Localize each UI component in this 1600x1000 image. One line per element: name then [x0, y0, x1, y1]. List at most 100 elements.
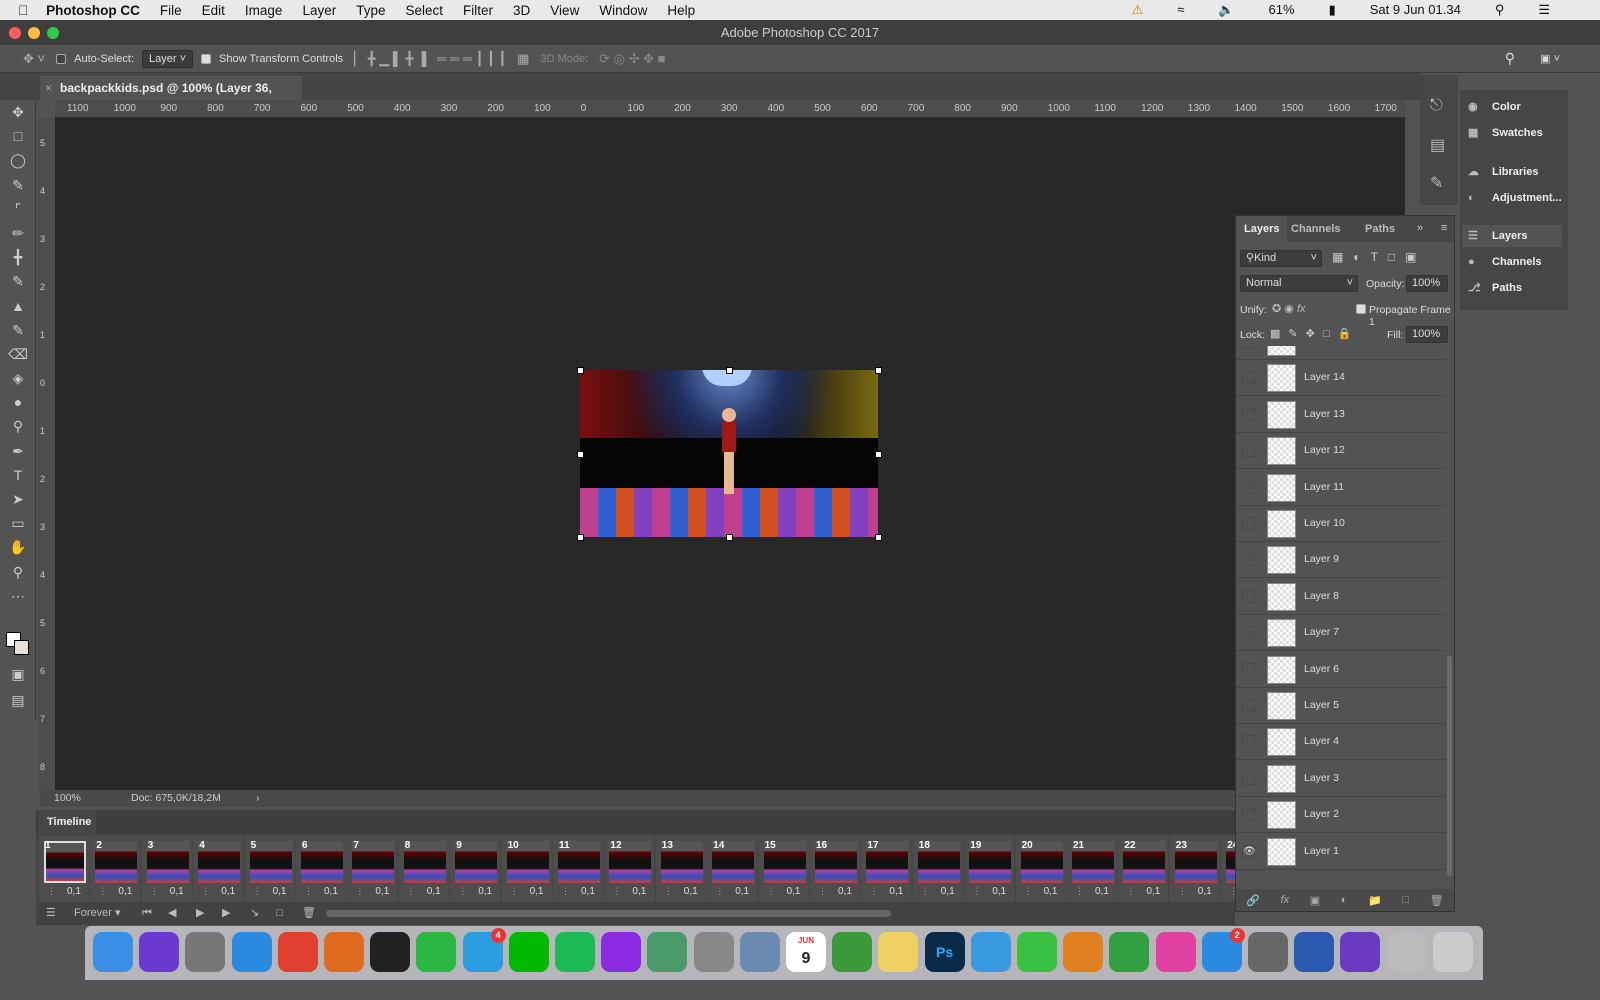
visibility-toggle[interactable]	[1242, 517, 1255, 530]
unify-icons[interactable]: ✪ ◉ fx	[1272, 302, 1306, 315]
frame-delay[interactable]: 0,1	[684, 886, 698, 897]
layer-row[interactable]: Layer 4	[1236, 724, 1446, 761]
frame-delay[interactable]: 0,1	[735, 886, 749, 897]
dock-safari-icon[interactable]	[231, 932, 272, 972]
timeline-frame[interactable]: 9 ⋮ 0,1	[450, 836, 501, 902]
transform-handle[interactable]	[726, 367, 733, 374]
right-panel-channels[interactable]: ● Channels	[1468, 251, 1542, 273]
layer-row[interactable]: Layer 8	[1236, 578, 1446, 615]
frame-disposal-icon[interactable]: ⋮	[612, 886, 621, 897]
frame-disposal-icon[interactable]: ⋮	[869, 886, 878, 897]
menu-app[interactable]: Photoshop CC	[46, 3, 140, 18]
opacity-field[interactable]: 100%	[1406, 275, 1448, 292]
layer-row[interactable]: 👁 Layer 1	[1236, 833, 1446, 870]
layer-row[interactable]: Layer 3	[1236, 760, 1446, 797]
move-tool-icon[interactable]: ✥ ˅	[23, 51, 45, 67]
dock-notes-icon[interactable]	[878, 932, 919, 972]
frame-delay[interactable]: 0,1	[427, 886, 441, 897]
warning-icon[interactable]: ⚠	[1132, 2, 1144, 18]
auto-select-checkbox[interactable]	[56, 53, 67, 64]
visibility-toggle[interactable]	[1242, 444, 1255, 458]
frame-delay[interactable]: 0,1	[581, 886, 595, 897]
timeline-frame[interactable]: 15 ⋮ 0,1	[758, 836, 809, 902]
frame-delay[interactable]: 0,1	[1044, 886, 1058, 897]
timeline-frame[interactable]: 6 ⋮ 0,1	[296, 836, 346, 902]
history-brush-tool-icon[interactable]: ✎	[0, 318, 36, 342]
visibility-toggle[interactable]	[1242, 662, 1255, 676]
frame-disposal-icon[interactable]: ⋮	[921, 886, 930, 897]
horizontal-ruler[interactable]: 1100 1000 900 800 700 600 500 400 300 200 100 0 100 2…	[55, 100, 1405, 118]
dock-evernote-icon[interactable]	[832, 932, 873, 972]
frame-disposal-icon[interactable]: ⋮	[972, 886, 981, 897]
right-panel-adjustment[interactable]: ◐ Adjustment...	[1468, 187, 1562, 209]
right-panel-libraries[interactable]: ☁ Libraries	[1468, 161, 1538, 183]
wifi-icon[interactable]: ≈	[1177, 2, 1184, 18]
visibility-toggle[interactable]	[1242, 735, 1255, 749]
timeline-tab[interactable]: Timeline	[38, 810, 96, 834]
timeline-frame[interactable]: 8 ⋮ 0,1	[398, 836, 449, 902]
propagate-checkbox[interactable]	[1356, 304, 1366, 314]
visibility-toggle[interactable]	[1242, 346, 1255, 348]
eyedropper-tool-icon[interactable]: ✏	[0, 221, 36, 245]
type-tool-icon[interactable]: T	[0, 463, 36, 487]
menu-select[interactable]: Select	[406, 3, 444, 18]
frame-delay[interactable]: 0,1	[1198, 886, 1212, 897]
clock[interactable]: Sat 9 Jun 01.34	[1370, 2, 1461, 18]
frame-delay[interactable]: 0,1	[118, 886, 132, 897]
frame-delay[interactable]: 0,1	[941, 886, 955, 897]
battery-icon[interactable]: ▮	[1329, 2, 1336, 18]
frame-disposal-icon[interactable]: ⋮	[407, 886, 416, 897]
zoom-level[interactable]: 100%	[54, 790, 81, 807]
right-panel-swatches[interactable]: ▦ Swatches	[1468, 122, 1543, 144]
timeline-frame[interactable]: 1 ⋮ 0,1	[39, 836, 89, 902]
menu-window[interactable]: Window	[599, 3, 647, 18]
timeline-frame[interactable]: 23 ⋮ 0,1	[1169, 836, 1220, 902]
move-tool-icon[interactable]: ✥	[0, 100, 36, 124]
transform-handle[interactable]	[577, 451, 584, 458]
panel-menu-icon[interactable]: ≡	[1441, 222, 1447, 234]
layer-row[interactable]: Layer 11	[1236, 469, 1446, 506]
timeline-frame[interactable]: 7 ⋮ 0,1	[347, 836, 398, 902]
transform-handle[interactable]	[875, 451, 882, 458]
dock-terminal-icon[interactable]	[370, 932, 411, 972]
frame-disposal-icon[interactable]: ⋮	[715, 886, 724, 897]
adjustment-layer-icon[interactable]: ◐	[1341, 894, 1348, 906]
frame-disposal-icon[interactable]: ⋮	[1126, 886, 1135, 897]
frame-delay[interactable]: 0,1	[632, 886, 646, 897]
volume-icon[interactable]: 🔈	[1218, 2, 1234, 18]
history-icon[interactable]: ⎋	[1430, 97, 1443, 115]
spotlight-icon[interactable]: ⚲	[1495, 2, 1505, 18]
dodge-tool-icon[interactable]: ⚲	[0, 414, 36, 438]
transform-handle[interactable]	[577, 367, 584, 374]
frame-disposal-icon[interactable]: ⋮	[304, 886, 313, 897]
layer-row[interactable]: Layer 6	[1236, 651, 1446, 688]
tab-channels[interactable]: Channels	[1283, 216, 1349, 242]
convert-timeline-icon[interactable]: ☰	[46, 902, 56, 925]
paragraph-icon[interactable]: ✎	[1430, 173, 1443, 193]
frame-delay[interactable]: 0,1	[273, 886, 287, 897]
dock-firefox-icon[interactable]	[324, 932, 364, 972]
next-frame-button[interactable]: ▶	[222, 902, 230, 925]
visibility-toggle[interactable]	[1242, 808, 1255, 822]
layer-row[interactable]: Layer 14	[1236, 360, 1446, 397]
frame-disposal-icon[interactable]: ⋮	[98, 886, 107, 897]
brush-tool-icon[interactable]: ✎	[0, 269, 36, 293]
path-select-tool-icon[interactable]: ➤	[0, 487, 36, 511]
align-icons[interactable]: ▏ ╋ ▁ ▌ ╋ ▐ ═ ═ ═ ┃ ┃ ┃ ▦	[354, 51, 529, 67]
frame-disposal-icon[interactable]: ⋮	[664, 886, 673, 897]
new-layer-icon[interactable]: □	[1402, 894, 1409, 906]
visibility-toggle[interactable]	[1242, 699, 1255, 712]
dock-music-icon[interactable]	[1386, 932, 1427, 972]
dock-photoshop-icon[interactable]: Ps	[924, 932, 965, 972]
frame-disposal-icon[interactable]: ⋮	[355, 886, 364, 897]
dock-phpstorm-icon[interactable]	[601, 932, 642, 972]
frame-disposal-icon[interactable]: ⋮	[767, 886, 776, 897]
minimize-window-button[interactable]	[28, 27, 40, 39]
dock-imovie-icon[interactable]	[1340, 932, 1381, 972]
dock-sequel-icon[interactable]	[739, 932, 780, 972]
stamp-tool-icon[interactable]: ▲	[0, 294, 36, 318]
filter-kind-dropdown[interactable]: ⚲Kind ˅	[1240, 250, 1322, 267]
dock-system-preferences-icon[interactable]	[1248, 932, 1288, 972]
frame-delay[interactable]: 0,1	[324, 886, 338, 897]
timeline-frame[interactable]: 20 ⋮ 0,1	[1015, 836, 1066, 902]
